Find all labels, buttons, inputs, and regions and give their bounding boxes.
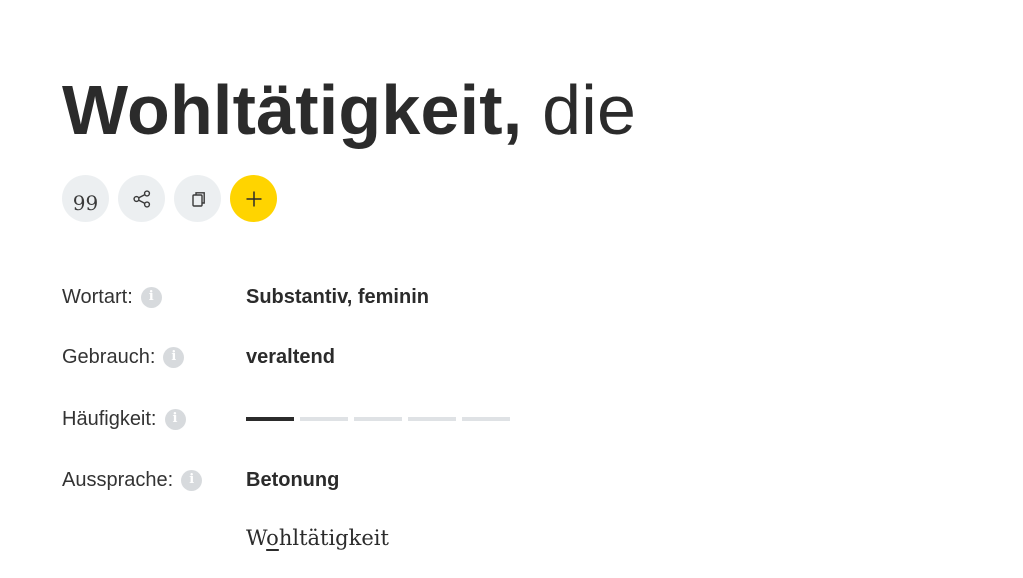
frequency-segment: [300, 417, 348, 421]
add-button[interactable]: [230, 175, 277, 222]
cite-button[interactable]: 99: [62, 175, 109, 222]
row-gebrauch: Gebrauch: i veraltend: [62, 342, 962, 372]
row-haeufigkeit: Häufigkeit: i: [62, 404, 962, 434]
haeufigkeit-label: Häufigkeit:: [62, 408, 157, 430]
info-icon[interactable]: i: [164, 408, 186, 430]
headword-lemma: Wohltätigkeit,: [62, 71, 523, 149]
copy-button[interactable]: [174, 175, 221, 222]
row-wortart: Wortart: i Substantiv, feminin: [62, 282, 962, 312]
page-title: Wohltätigkeit, die: [62, 68, 636, 152]
aussprache-label: Aussprache:: [62, 469, 174, 491]
aussprache-value: Betonung: [246, 469, 340, 491]
action-toolbar: 99: [62, 175, 277, 222]
stress-word-after: hltätigkeit: [278, 526, 389, 550]
stress-word: Wohltätigkeit: [246, 521, 389, 555]
row-aussprache: Aussprache: i Betonung: [62, 465, 962, 495]
gebrauch-label-wrap: Gebrauch: i: [62, 342, 185, 372]
headword-article: die: [542, 71, 637, 149]
copy-icon: [191, 191, 205, 207]
frequency-segment: [408, 417, 456, 421]
stress-word-before: W: [246, 526, 267, 550]
info-icon[interactable]: i: [140, 286, 162, 308]
plus-icon: [246, 191, 261, 206]
wortart-label-wrap: Wortart: i: [62, 282, 162, 312]
info-icon[interactable]: i: [163, 346, 185, 368]
info-icon[interactable]: i: [181, 469, 203, 491]
gebrauch-label: Gebrauch:: [62, 346, 156, 368]
stressed-vowel: o: [266, 526, 279, 550]
frequency-bar: [246, 417, 510, 421]
aussprache-label-wrap: Aussprache: i: [62, 465, 203, 495]
wortart-label: Wortart:: [62, 286, 133, 308]
frequency-segment: [354, 417, 402, 421]
frequency-segment: [462, 417, 510, 421]
dictionary-entry: Wohltätigkeit, die 99 Wortart: i Substan…: [0, 0, 1023, 578]
frequency-segment: [246, 417, 294, 421]
share-icon: [132, 189, 150, 208]
quote-icon: 99: [72, 190, 99, 215]
share-button[interactable]: [118, 175, 165, 222]
wortart-value: Substantiv, feminin: [246, 286, 429, 308]
gebrauch-value: veraltend: [246, 346, 335, 368]
haeufigkeit-label-wrap: Häufigkeit: i: [62, 404, 186, 434]
